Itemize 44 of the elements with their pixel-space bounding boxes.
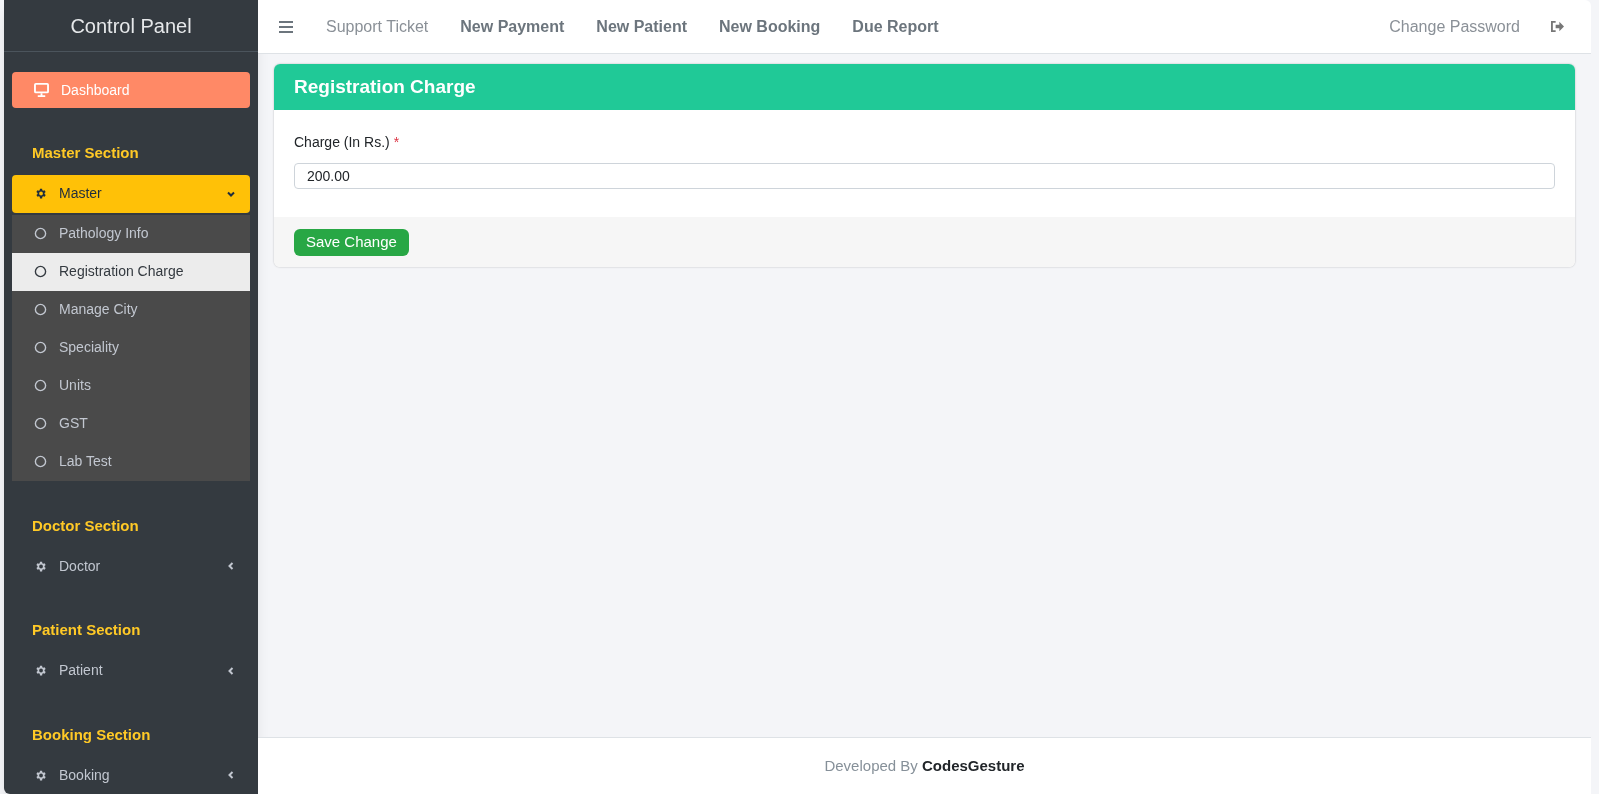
submenu-item[interactable]: GST (12, 404, 250, 443)
monitor-icon (34, 83, 49, 97)
chevron-left-icon (226, 770, 236, 780)
gear-icon (34, 187, 47, 200)
field-label: Charge (In Rs.) (294, 133, 390, 152)
logout-icon[interactable] (1550, 20, 1565, 33)
circle-icon (34, 455, 47, 468)
chevron-left-icon (226, 665, 236, 676)
circle-icon (34, 341, 47, 354)
footer-text: Developed By CodesGesture (824, 755, 1025, 776)
nav-link[interactable]: New Patient (596, 14, 687, 39)
section-heading: Patient Section (31, 620, 142, 640)
circle-icon (34, 227, 47, 240)
circle-icon (34, 265, 47, 278)
change-password-link[interactable]: Change Password (1389, 14, 1520, 39)
circle-icon (34, 379, 47, 392)
section-heading: Doctor Section (31, 515, 140, 536)
submenu-item[interactable]: Registration Charge (12, 252, 250, 291)
save-button[interactable]: Save Change (294, 228, 409, 256)
submenu-item[interactable]: Speciality (12, 328, 250, 367)
circle-icon (34, 303, 47, 316)
menu-group-item[interactable]: Doctor (12, 547, 250, 585)
nav-link[interactable]: Due Report (852, 14, 939, 39)
menu-icon[interactable] (278, 19, 294, 34)
section-heading: Booking Section (31, 724, 152, 745)
menu-group-item[interactable]: Patient (12, 651, 250, 690)
charge-input[interactable]: 200.00 (294, 163, 1555, 189)
section-heading: Master Section (31, 143, 140, 163)
submenu-item[interactable]: Manage City (12, 290, 250, 329)
gear-icon (34, 664, 47, 677)
required-marker: * (393, 133, 400, 152)
submenu-item[interactable]: Units (12, 366, 250, 405)
gear-icon (34, 559, 47, 573)
gear-icon (34, 768, 47, 782)
menu-group-item[interactable]: Booking (12, 756, 250, 794)
card-title: Registration Charge (294, 74, 476, 99)
nav-link[interactable]: Support Ticket (326, 14, 429, 39)
nav-link[interactable]: New Payment (460, 14, 565, 39)
nav-link[interactable]: New Booking (719, 14, 821, 39)
chevron-left-icon (226, 561, 236, 571)
menu-group-item[interactable]: Master (12, 174, 250, 213)
circle-icon (34, 417, 47, 430)
submenu-item[interactable]: Lab Test (12, 442, 250, 481)
submenu-item[interactable]: Pathology Info (12, 214, 250, 253)
